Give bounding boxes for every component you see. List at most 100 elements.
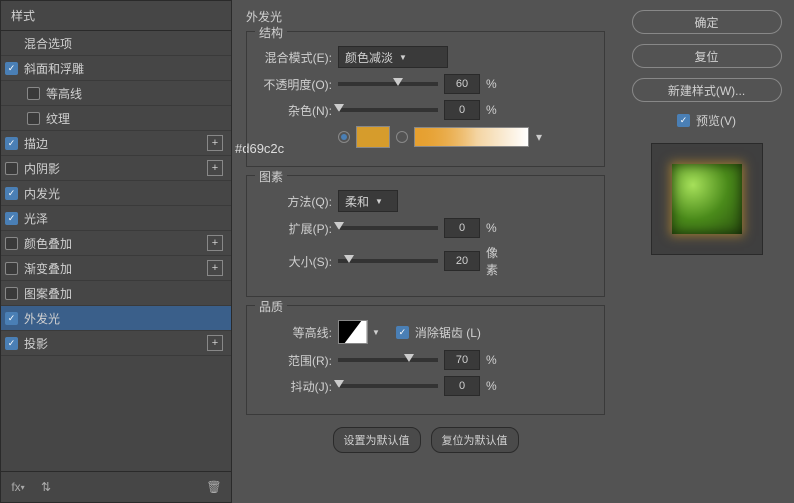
sidebar-item-label: 图案叠加	[24, 285, 72, 302]
styles-sidebar: 样式 混合选项 斜面和浮雕等高线纹理描边+内阴影+内发光光泽颜色叠加+渐变叠加+…	[0, 0, 232, 503]
opacity-label: 不透明度(O):	[257, 76, 332, 93]
size-label: 大小(S):	[257, 253, 332, 270]
jitter-input[interactable]	[444, 376, 480, 396]
sidebar-item[interactable]: 斜面和浮雕	[1, 56, 231, 81]
structure-title: 结构	[255, 24, 287, 41]
sidebar-item-label: 描边	[24, 135, 48, 152]
blending-options-label: 混合选项	[24, 35, 72, 52]
add-effect-button[interactable]: +	[207, 160, 223, 176]
sidebar-item-label: 外发光	[24, 310, 60, 327]
reset-default-button[interactable]: 复位为默认值	[431, 427, 519, 453]
up-down-icon[interactable]: ⇅	[37, 478, 55, 496]
sidebar-item[interactable]: 投影 +	[1, 331, 231, 356]
new-style-button[interactable]: 新建样式(W)...	[632, 78, 782, 102]
sidebar-item-label: 等高线	[46, 85, 82, 102]
main-panel: 外发光 结构 混合模式(E): 颜色减淡 ▼ 不透明度(O): % 杂色(N):	[232, 0, 619, 503]
opacity-slider[interactable]	[338, 82, 438, 86]
size-input[interactable]	[444, 251, 480, 271]
sidebar-item-label: 内阴影	[24, 160, 60, 177]
sidebar-item[interactable]: 渐变叠加 +	[1, 256, 231, 281]
sidebar-item[interactable]: 内阴影 +	[1, 156, 231, 181]
preview-checkbox[interactable]	[677, 114, 690, 127]
blend-mode-select[interactable]: 颜色减淡 ▼	[338, 46, 448, 68]
preview-thumbnail	[672, 164, 742, 234]
gradient-swatch[interactable]	[414, 127, 529, 147]
add-effect-button[interactable]: +	[207, 135, 223, 151]
chevron-down-icon: ▼	[399, 53, 407, 62]
sidebar-item[interactable]: 内发光	[1, 181, 231, 206]
style-checkbox[interactable]	[5, 262, 18, 275]
noise-unit: %	[486, 103, 508, 117]
size-unit: 像素	[486, 244, 508, 278]
structure-group: 结构 混合模式(E): 颜色减淡 ▼ 不透明度(O): % 杂色(N): %	[246, 31, 605, 167]
cancel-button[interactable]: 复位	[632, 44, 782, 68]
preview-label: 预览(V)	[696, 112, 736, 129]
chevron-down-icon[interactable]: ▼	[372, 328, 380, 337]
add-effect-button[interactable]: +	[207, 335, 223, 351]
sidebar-item-label: 内发光	[24, 185, 60, 202]
sidebar-item[interactable]: 纹理	[1, 106, 231, 131]
add-effect-button[interactable]: +	[207, 235, 223, 251]
style-checkbox[interactable]	[5, 287, 18, 300]
style-checkbox[interactable]	[27, 87, 40, 100]
sidebar-item[interactable]: 描边 +	[1, 131, 231, 156]
sidebar-item-label: 纹理	[46, 110, 70, 127]
ok-button[interactable]: 确定	[632, 10, 782, 34]
make-default-button[interactable]: 设置为默认值	[333, 427, 421, 453]
opacity-input[interactable]	[444, 74, 480, 94]
method-value: 柔和	[345, 193, 369, 210]
spread-unit: %	[486, 221, 508, 235]
style-checkbox[interactable]	[5, 237, 18, 250]
spread-input[interactable]	[444, 218, 480, 238]
trash-icon[interactable]: 🗑	[205, 478, 223, 496]
add-effect-button[interactable]: +	[207, 260, 223, 276]
noise-slider[interactable]	[338, 108, 438, 112]
fx-icon[interactable]: fx▾	[9, 478, 27, 496]
opacity-unit: %	[486, 77, 508, 91]
gradient-radio[interactable]	[396, 131, 408, 143]
elements-group: 图素 方法(Q): 柔和 ▼ 扩展(P): % 大小(S): 像素	[246, 175, 605, 297]
sidebar-item[interactable]: 等高线	[1, 81, 231, 106]
spread-label: 扩展(P):	[257, 220, 332, 237]
sidebar-item[interactable]: 颜色叠加 +	[1, 231, 231, 256]
sidebar-item-label: 投影	[24, 335, 48, 352]
style-checkbox[interactable]	[5, 162, 18, 175]
sidebar-item-label: 颜色叠加	[24, 235, 72, 252]
blend-mode-label: 混合模式(E):	[257, 49, 332, 66]
style-checkbox[interactable]	[5, 212, 18, 225]
noise-input[interactable]	[444, 100, 480, 120]
quality-group: 品质 等高线: ▼ 消除锯齿 (L) 范围(R): % 抖动(J):	[246, 305, 605, 415]
sidebar-item[interactable]: 外发光	[1, 306, 231, 331]
preview-box	[651, 143, 763, 255]
anti-alias-checkbox[interactable]	[396, 326, 409, 339]
range-label: 范围(R):	[257, 352, 332, 369]
blending-options-row[interactable]: 混合选项	[1, 31, 231, 56]
quality-title: 品质	[255, 298, 287, 315]
style-checkbox[interactable]	[5, 62, 18, 75]
method-select[interactable]: 柔和 ▼	[338, 190, 398, 212]
spread-slider[interactable]	[338, 226, 438, 230]
style-checkbox[interactable]	[5, 337, 18, 350]
method-label: 方法(Q):	[257, 193, 332, 210]
range-slider[interactable]	[338, 358, 438, 362]
main-title: 外发光	[246, 8, 605, 25]
solid-color-radio[interactable]	[338, 131, 350, 143]
right-panel: 确定 复位 新建样式(W)... 预览(V)	[619, 0, 794, 503]
style-checkbox[interactable]	[27, 112, 40, 125]
contour-picker[interactable]	[338, 320, 368, 344]
style-checkbox[interactable]	[5, 312, 18, 325]
contour-label: 等高线:	[257, 324, 332, 341]
elements-title: 图素	[255, 168, 287, 185]
color-swatch[interactable]	[356, 126, 390, 148]
sidebar-item-label: 渐变叠加	[24, 260, 72, 277]
size-slider[interactable]	[338, 259, 438, 263]
blend-mode-value: 颜色减淡	[345, 49, 393, 66]
range-unit: %	[486, 353, 508, 367]
style-checkbox[interactable]	[5, 137, 18, 150]
jitter-slider[interactable]	[338, 384, 438, 388]
style-checkbox[interactable]	[5, 187, 18, 200]
sidebar-item[interactable]: 光泽	[1, 206, 231, 231]
range-input[interactable]	[444, 350, 480, 370]
sidebar-item[interactable]: 图案叠加	[1, 281, 231, 306]
noise-label: 杂色(N):	[257, 102, 332, 119]
